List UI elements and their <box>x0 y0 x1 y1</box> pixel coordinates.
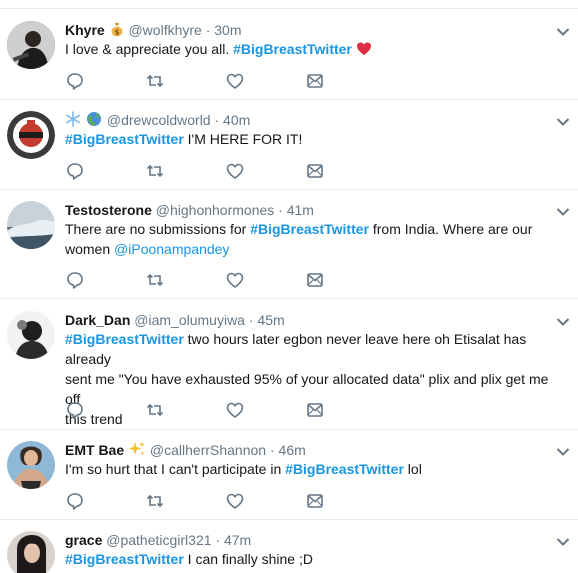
display-name[interactable]: Dark_Dan <box>65 312 130 328</box>
chevron-down-icon[interactable] <box>556 27 570 37</box>
tweet-text: There are no submissions for #BigBreastT… <box>65 219 565 259</box>
mention-link[interactable]: @iPoonampandey <box>114 241 229 257</box>
red-heart-icon <box>356 41 372 61</box>
like-icon[interactable] <box>225 491 245 511</box>
timestamp[interactable]: 45m <box>257 312 284 328</box>
tweet-text: I love & appreciate you all. #BigBreastT… <box>65 39 565 61</box>
text-segment: I'm so hurt that I can't participate in <box>65 461 286 477</box>
separator-dot: · <box>248 312 254 328</box>
separator-dot: · <box>215 532 221 548</box>
avatar[interactable] <box>7 531 55 573</box>
separator-dot: · <box>278 202 283 218</box>
hashtag-link[interactable]: #BigBreastTwitter <box>285 461 404 477</box>
svg-text:$: $ <box>114 29 119 37</box>
tweet-2[interactable]: @drewcoldworld · 40m #BigBreastTwitter I… <box>0 100 578 189</box>
hashtag-link[interactable]: #BigBreastTwitter <box>65 551 184 567</box>
text-segment: I'M HERE FOR IT! <box>183 131 303 147</box>
tweet-3[interactable]: Testosterone @highonhormones · 41m There… <box>0 190 578 298</box>
tweet-text: I'm so hurt that I can't participate in … <box>65 459 565 479</box>
timestamp[interactable]: 46m <box>279 442 306 458</box>
separator-dot: · <box>205 22 211 38</box>
retweet-icon[interactable] <box>145 71 165 91</box>
tweet-5[interactable]: EMT Bae @callherrShannon · 46m I'm so hu… <box>0 430 578 519</box>
username[interactable]: @callherrShannon <box>150 442 266 458</box>
display-name[interactable]: Khyre <box>65 22 105 38</box>
chevron-down-icon[interactable] <box>556 537 570 547</box>
avatar[interactable] <box>7 21 55 69</box>
tweet-text: #BigBreastTwitter I'M HERE FOR IT! <box>65 129 565 149</box>
reply-icon[interactable] <box>65 400 85 420</box>
like-icon[interactable] <box>225 270 245 290</box>
reply-icon[interactable] <box>65 270 85 290</box>
separator-dot: · <box>269 442 275 458</box>
hashtag-link[interactable]: #BigBreastTwitter <box>250 221 369 237</box>
message-icon[interactable] <box>305 270 325 290</box>
snowflake-globe-icon <box>65 111 103 131</box>
like-icon[interactable] <box>225 400 245 420</box>
text-segment: lol <box>403 461 422 477</box>
sparkles-icon <box>128 441 146 461</box>
text-segment: I love & appreciate you all. <box>65 41 234 57</box>
text-segment: There are no submissions for <box>65 221 251 237</box>
tweet-text: #BigBreastTwitter I can finally shine ;D <box>65 549 565 569</box>
tweet-6[interactable]: grace @patheticgirl321 · 47m #BigBreastT… <box>0 520 578 573</box>
username[interactable]: @patheticgirl321 <box>106 532 211 548</box>
username[interactable]: @highonhormones <box>156 202 275 218</box>
tweet-4[interactable]: Dark_Dan @iam_olumuyiwa · 45m #BigBreast… <box>0 299 578 429</box>
hashtag-link[interactable]: #BigBreastTwitter <box>233 41 352 57</box>
avatar[interactable] <box>7 111 55 159</box>
message-icon[interactable] <box>305 400 325 420</box>
tweet-1[interactable]: Khyre $ @wolfkhyre · 30m I love & apprec… <box>0 9 578 99</box>
money-bag-icon: $ <box>109 21 125 41</box>
avatar[interactable] <box>7 441 55 489</box>
timestamp[interactable]: 47m <box>224 532 251 548</box>
message-icon[interactable] <box>305 491 325 511</box>
retweet-icon[interactable] <box>145 161 165 181</box>
display-name[interactable]: Testosterone <box>65 202 152 218</box>
hashtag-link[interactable]: #BigBreastTwitter <box>65 131 184 147</box>
text-segment: I can finally shine ;D <box>183 551 313 567</box>
chevron-down-icon[interactable] <box>556 317 570 327</box>
timestamp[interactable]: 41m <box>287 202 314 218</box>
like-icon[interactable] <box>225 161 245 181</box>
message-icon[interactable] <box>305 161 325 181</box>
retweet-icon[interactable] <box>145 400 165 420</box>
username[interactable]: @iam_olumuyiwa <box>134 312 245 328</box>
reply-icon[interactable] <box>65 491 85 511</box>
text-segment: women <box>65 241 115 257</box>
display-name[interactable]: grace <box>65 532 102 548</box>
reply-icon[interactable] <box>65 161 85 181</box>
avatar[interactable] <box>7 201 55 249</box>
text-segment: from India. Where are our <box>368 221 533 237</box>
message-icon[interactable] <box>305 71 325 91</box>
like-icon[interactable] <box>225 71 245 91</box>
hashtag-link[interactable]: #BigBreastTwitter <box>65 331 184 347</box>
display-name[interactable]: EMT Bae <box>65 442 124 458</box>
chevron-down-icon[interactable] <box>556 447 570 457</box>
timestamp[interactable]: 30m <box>214 22 241 38</box>
username[interactable]: @drewcoldworld <box>107 112 211 128</box>
timestamp[interactable]: 40m <box>223 112 250 128</box>
separator-dot: · <box>214 112 220 128</box>
retweet-icon[interactable] <box>145 270 165 290</box>
chevron-down-icon[interactable] <box>556 207 570 217</box>
retweet-icon[interactable] <box>145 491 165 511</box>
username[interactable]: @wolfkhyre <box>128 22 201 38</box>
reply-icon[interactable] <box>65 71 85 91</box>
avatar[interactable] <box>7 311 55 359</box>
chevron-down-icon[interactable] <box>556 117 570 127</box>
